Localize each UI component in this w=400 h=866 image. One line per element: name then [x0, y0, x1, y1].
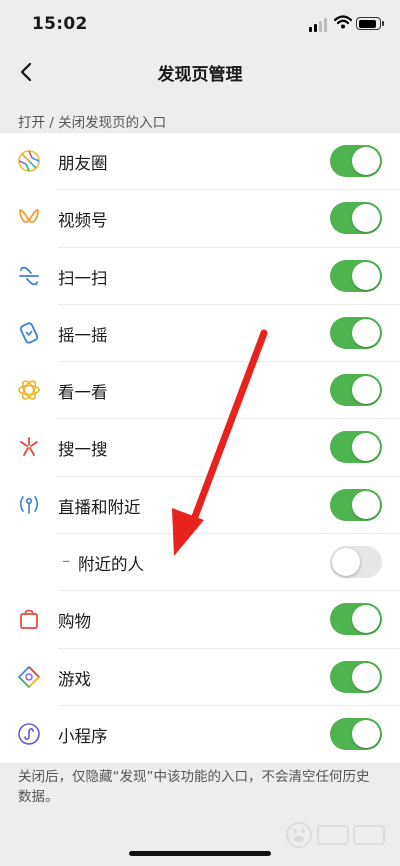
top-stories-icon — [16, 377, 42, 403]
item-label: 直播和附近 — [58, 497, 141, 517]
item-label: 购物 — [58, 612, 91, 632]
toggle-switch[interactable] — [330, 145, 382, 177]
toggle-switch[interactable] — [330, 374, 382, 407]
scan-icon — [16, 263, 42, 289]
shopping-bag-icon — [16, 606, 42, 632]
toggle-switch[interactable] — [330, 316, 382, 349]
toggle-switch[interactable] — [330, 603, 382, 636]
item-label: 游戏 — [58, 669, 91, 689]
moments-icon — [16, 148, 42, 174]
item-label: 附近的人 — [78, 555, 144, 575]
list-item-moments: 朋友圈 — [0, 133, 400, 191]
list-item-games: 游戏 — [0, 649, 400, 706]
watermark-logo — [286, 822, 385, 848]
item-label: 搜一搜 — [58, 440, 108, 460]
list-item-scan: 扫一扫 — [0, 248, 400, 305]
item-label: 扫一扫 — [58, 268, 108, 288]
battery-icon — [356, 17, 384, 30]
list-item-live-nearby: 直播和附近 — [0, 477, 400, 535]
live-nearby-icon — [16, 492, 42, 518]
item-label: 看一看 — [58, 383, 108, 403]
list-item-top-stories: 看一看 — [0, 362, 400, 420]
page-title: 发现页管理 — [157, 65, 243, 85]
toggle-switch[interactable] — [330, 202, 382, 235]
item-label: 摇一摇 — [58, 325, 108, 345]
shake-icon — [16, 320, 42, 346]
item-label: 视频号 — [58, 211, 108, 231]
toggle-switch[interactable] — [330, 717, 382, 750]
footer-note: 关闭后，仅隐藏“发现”中该功能的入口，不会清空任何历史数据。 — [18, 769, 370, 805]
status-time: 15:02 — [32, 14, 88, 34]
wifi-icon — [334, 15, 352, 29]
toggle-switch[interactable] — [330, 660, 382, 693]
cellular-signal-icon — [309, 18, 329, 32]
section-header: 打开 / 关闭发现页的入口 — [18, 115, 167, 131]
list-item-shake: 摇一摇 — [0, 305, 400, 363]
list-item-search: 搜一搜 — [0, 419, 400, 477]
list-item-mini-programs: 小程序 — [0, 706, 400, 763]
item-label: 朋友圈 — [58, 154, 108, 173]
mini-programs-icon — [16, 721, 42, 747]
home-indicator — [129, 851, 271, 856]
games-icon — [16, 664, 42, 690]
toggle-switch[interactable] — [330, 546, 382, 579]
list-item-shopping: 购物 — [0, 591, 400, 649]
list-item-people-nearby: – 附近的人 — [0, 534, 400, 592]
search-icon — [16, 434, 42, 460]
toggle-switch[interactable] — [330, 431, 382, 464]
list-item-channels: 视频号 — [0, 190, 400, 248]
channels-icon — [16, 205, 42, 231]
toggle-switch[interactable] — [330, 259, 382, 292]
settings-list: 朋友圈 视频号 扫一扫 摇一摇 看一看 搜一搜 直播和附近 – 附近的人 购物 … — [0, 133, 400, 764]
sub-item-dash: – — [62, 551, 71, 571]
item-label: 小程序 — [58, 726, 108, 746]
status-bar: 15:02 — [0, 0, 400, 46]
nav-bar: 发现页管理 — [0, 46, 400, 98]
toggle-switch[interactable] — [330, 488, 382, 521]
